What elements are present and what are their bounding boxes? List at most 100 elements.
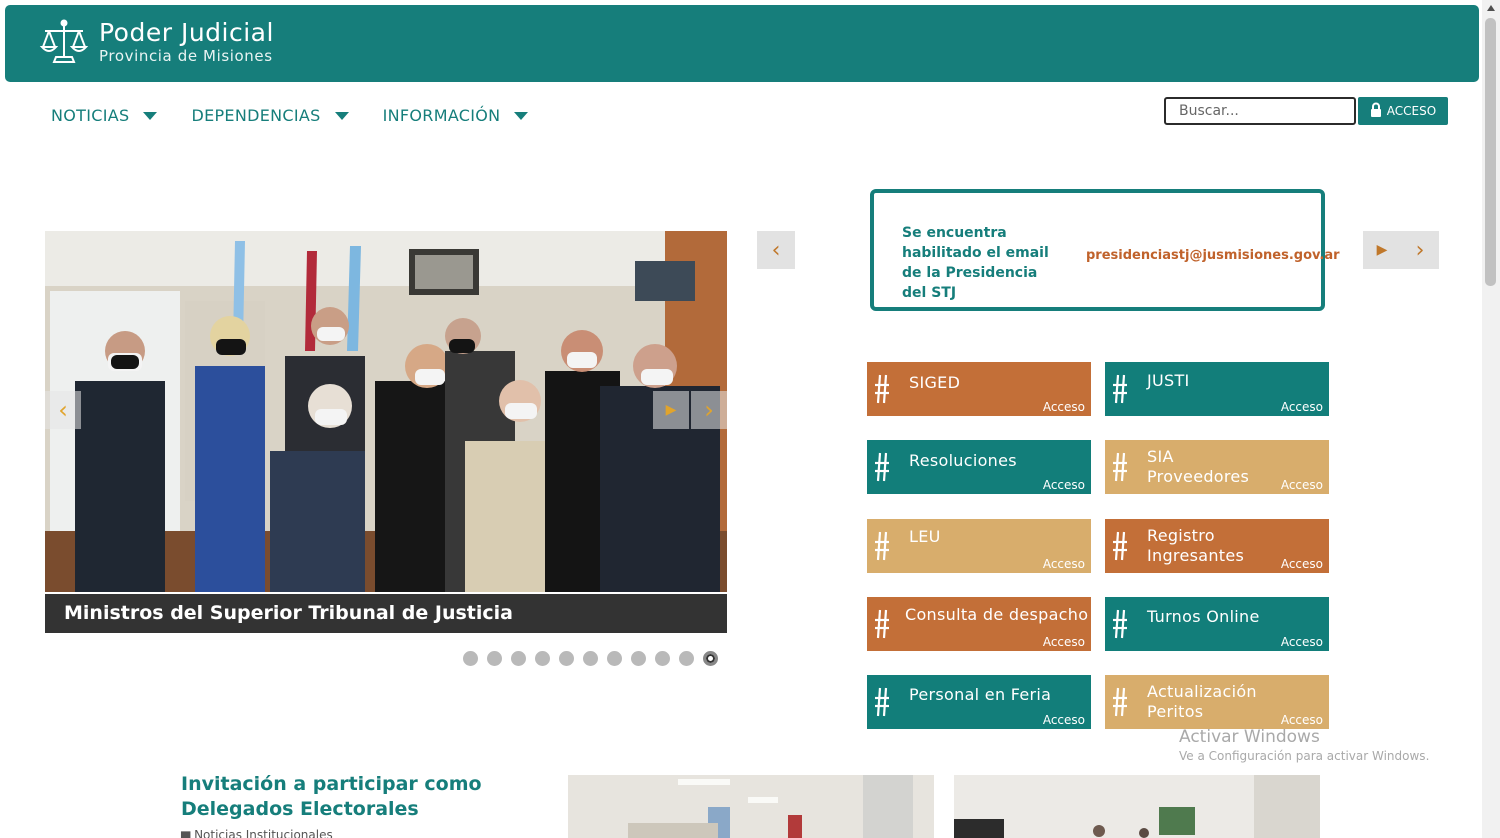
nav-item-noticias[interactable]: NOTICIAS: [51, 106, 158, 125]
news-category[interactable]: ▆ Noticias Institucionales: [181, 828, 333, 838]
tile-access: Acceso: [1042, 400, 1085, 414]
scales-of-justice-icon: [39, 19, 89, 65]
main-nav: NOTICIAS DEPENDENCIAS INFORMACIÓN: [51, 106, 529, 125]
caret-down-icon: [143, 111, 158, 120]
news-headline[interactable]: Invitación a participar como Delegados E…: [181, 772, 561, 822]
tile-personal-en-feria[interactable]: Personal en Feria Acceso: [867, 675, 1091, 729]
nav-item-dependencias[interactable]: DEPENDENCIAS: [191, 106, 349, 125]
access-label: ACCESO: [1386, 104, 1437, 118]
tile-access: Acceso: [1042, 635, 1085, 649]
brand[interactable]: Poder Judicial Provincia de Misiones: [39, 19, 274, 65]
tile-label: LEU: [909, 527, 941, 546]
tile-access: Acceso: [1280, 400, 1323, 414]
paragraph-hash-icon: [873, 451, 891, 487]
carousel-dot[interactable]: [655, 651, 670, 666]
play-icon: ▶: [1376, 242, 1388, 258]
access-button[interactable]: ACCESO: [1358, 97, 1448, 125]
paragraph-hash-icon: [873, 608, 891, 644]
nav-label: NOTICIAS: [51, 106, 130, 125]
banner-next-button[interactable]: ›: [1401, 231, 1439, 269]
paragraph-hash-icon: [1111, 530, 1129, 566]
tile-label: SIGED: [909, 373, 961, 392]
banner-play-button[interactable]: ▶: [1363, 231, 1401, 269]
tile-label: Actualización Peritos: [1147, 682, 1257, 721]
carousel-dot-active[interactable]: [703, 651, 718, 666]
carousel-dot[interactable]: [607, 651, 622, 666]
carousel-play-button[interactable]: ▶: [653, 391, 689, 429]
paragraph-hash-icon: [873, 373, 891, 409]
carousel-dots: [463, 651, 718, 666]
tile-access: Acceso: [1280, 478, 1323, 492]
windows-activation-watermark: Activar Windows Ve a Configuración para …: [1179, 727, 1429, 763]
carousel-dot[interactable]: [487, 651, 502, 666]
tile-label: Resoluciones: [909, 451, 1017, 470]
brand-title: Poder Judicial: [99, 18, 274, 47]
news-image[interactable]: [954, 775, 1320, 838]
scroll-thumb[interactable]: [1485, 18, 1496, 286]
chevron-left-icon: ‹: [771, 237, 781, 263]
tile-registro-ingresantes[interactable]: Registro Ingresantes Acceso: [1105, 519, 1329, 573]
chevron-right-icon: ›: [704, 396, 714, 424]
news-carousel-image[interactable]: ‹ ▶ ›: [45, 231, 727, 592]
tile-justi[interactable]: JUSTI Acceso: [1105, 362, 1329, 416]
brand-subtitle: Provincia de Misiones: [99, 47, 273, 65]
carousel-dot[interactable]: [463, 651, 478, 666]
paragraph-hash-icon: [873, 530, 891, 566]
carousel-next-button[interactable]: ›: [691, 391, 727, 429]
carousel-dot[interactable]: [535, 651, 550, 666]
caret-down-icon: [514, 111, 529, 120]
tile-label: Personal en Feria: [909, 685, 1052, 704]
tile-access: Acceso: [1042, 557, 1085, 571]
carousel-dot[interactable]: [583, 651, 598, 666]
carousel-prev-button[interactable]: ‹: [45, 391, 81, 429]
folder-icon: ▆: [181, 828, 191, 838]
tile-leu[interactable]: LEU Acceso: [867, 519, 1091, 573]
tile-access: Acceso: [1280, 557, 1323, 571]
play-icon: ▶: [665, 402, 677, 418]
tile-turnos-online[interactable]: Turnos Online Acceso: [1105, 597, 1329, 651]
page: Poder Judicial Provincia de Misiones NOT…: [0, 0, 1500, 838]
email-banner[interactable]: Se encuentra habilitado el email de la P…: [870, 189, 1340, 311]
tile-label: JUSTI: [1147, 371, 1190, 390]
paragraph-hash-icon: [1111, 451, 1129, 487]
tile-access: Acceso: [1280, 635, 1323, 649]
banner-prev-button[interactable]: ‹: [757, 231, 795, 269]
scroll-up-arrow-icon[interactable]: [1487, 5, 1495, 11]
chevron-left-icon: ‹: [58, 396, 68, 424]
tile-actualizacion-peritos[interactable]: Actualización Peritos Acceso: [1105, 675, 1329, 729]
banner-email: presidenciastj@jusmisiones.gov.ar: [1086, 248, 1340, 263]
watermark-line1: Activar Windows: [1179, 727, 1320, 747]
tile-access: Acceso: [1280, 713, 1323, 727]
tile-sia-proveedores[interactable]: SIA Proveedores Acceso: [1105, 440, 1329, 494]
carousel-dot[interactable]: [559, 651, 574, 666]
news-photo-meeting: [568, 775, 934, 838]
news-photo-conference: [954, 775, 1320, 838]
search-input[interactable]: [1164, 97, 1356, 125]
carousel-dot[interactable]: [511, 651, 526, 666]
site-header: Poder Judicial Provincia de Misiones: [5, 5, 1479, 82]
tile-consulta-de-despacho[interactable]: Consulta de despacho Acceso: [867, 597, 1091, 651]
nav-label: INFORMACIÓN: [382, 106, 501, 125]
page-scrollbar[interactable]: [1482, 0, 1500, 838]
tile-siged[interactable]: SIGED Acceso: [867, 362, 1091, 416]
carousel-dot[interactable]: [679, 651, 694, 666]
carousel-dot[interactable]: [631, 651, 646, 666]
tile-label: Registro Ingresantes: [1147, 526, 1245, 565]
news-image[interactable]: [568, 775, 934, 838]
tile-label: Consulta de despacho: [905, 605, 1089, 624]
nav-label: DEPENDENCIAS: [191, 106, 321, 125]
brand-text: Poder Judicial Provincia de Misiones: [99, 18, 274, 66]
paragraph-hash-icon: [873, 686, 891, 722]
lock-icon: [1370, 102, 1382, 121]
news-category-label: Noticias Institucionales: [194, 828, 333, 838]
tile-resoluciones[interactable]: Resoluciones Acceso: [867, 440, 1091, 494]
nav-item-informacion[interactable]: INFORMACIÓN: [383, 106, 529, 125]
tile-access: Acceso: [1042, 478, 1085, 492]
chevron-right-icon: ›: [1415, 237, 1425, 263]
banner-notice-text: Se encuentra habilitado el email de la P…: [902, 225, 1049, 301]
paragraph-hash-icon: [1111, 686, 1129, 722]
carousel-caption[interactable]: Ministros del Superior Tribunal de Justi…: [45, 594, 727, 633]
group-photo: [45, 231, 727, 592]
tile-label: SIA Proveedores: [1147, 447, 1250, 486]
paragraph-hash-icon: [1111, 608, 1129, 644]
